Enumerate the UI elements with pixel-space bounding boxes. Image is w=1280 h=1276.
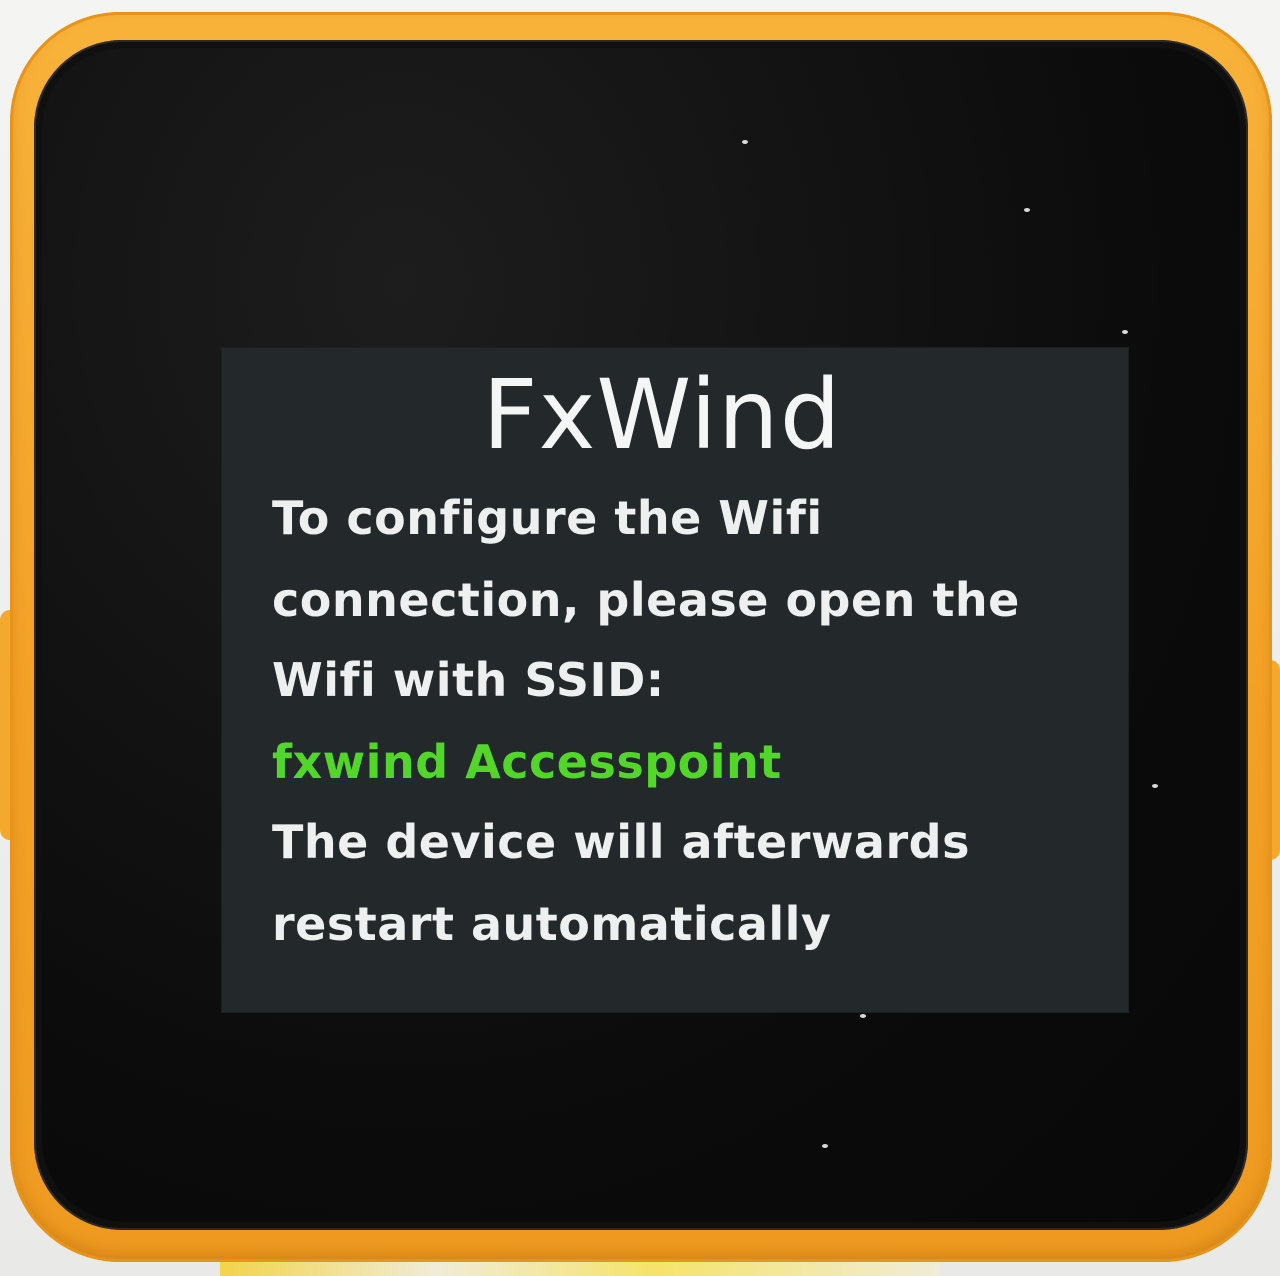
instruction-line-3: Wifi with SSID:: [272, 653, 665, 707]
ssid-name: fxwind Accesspoint: [272, 735, 782, 789]
dust-speck: [742, 140, 748, 144]
device-bezel: FxWind To configure the Wifi connection,…: [34, 40, 1248, 1230]
device-case: FxWind To configure the Wifi connection,…: [10, 12, 1272, 1262]
dust-speck: [860, 1014, 866, 1018]
instruction-line-5: The device will afterwards: [272, 815, 970, 869]
dust-speck: [822, 1144, 828, 1148]
device-glass: FxWind To configure the Wifi connection,…: [42, 48, 1240, 1222]
device-screen: FxWind To configure the Wifi connection,…: [222, 348, 1128, 1012]
instruction-line-6: restart automatically: [272, 897, 832, 951]
instruction-line-2: connection, please open the: [272, 573, 1020, 627]
photo-scene: FxWind To configure the Wifi connection,…: [0, 0, 1280, 1276]
instruction-line-1: To configure the Wifi: [272, 491, 823, 545]
app-title: FxWind: [482, 359, 842, 471]
dust-speck: [1152, 784, 1158, 788]
dust-speck: [1024, 208, 1030, 212]
dust-speck: [1122, 330, 1128, 334]
